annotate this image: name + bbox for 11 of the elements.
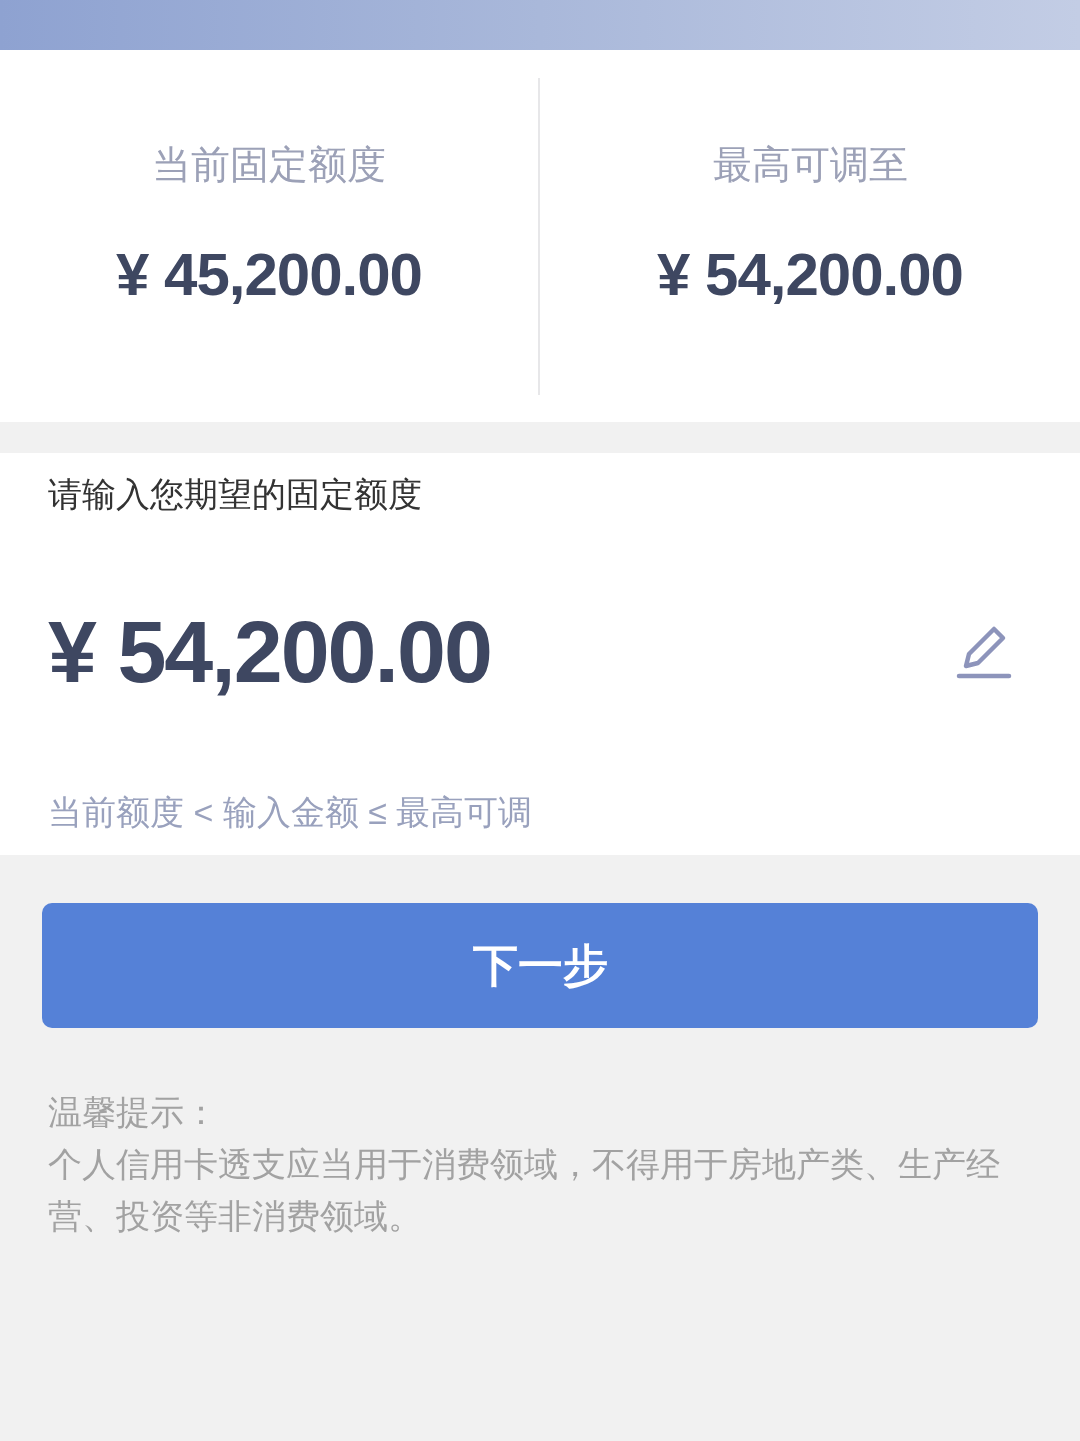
next-button[interactable]: 下一步 — [42, 903, 1038, 1028]
limit-amount: ¥ 45,200.00 — [116, 240, 422, 310]
entry-label: 请输入您期望的固定额度 — [48, 474, 423, 515]
limit-label: 最高可调至 — [712, 142, 908, 188]
notice-text: 个人信用卡透支应当用于消费领域，不得用于房地产类、生产经营、投资等非消费领域。 — [48, 1144, 1001, 1237]
range-hint: 当前额度 < 输入金额 ≤ 最高可调 — [48, 792, 534, 833]
amount-input[interactable]: ¥ 54,200.00 — [48, 602, 956, 702]
notice-title: 温馨提示： — [48, 1092, 219, 1133]
limit-label: 当前固定额度 — [152, 142, 386, 188]
edit-icon[interactable] — [956, 624, 1012, 680]
limit-amount: ¥ 54,200.00 — [657, 240, 963, 310]
